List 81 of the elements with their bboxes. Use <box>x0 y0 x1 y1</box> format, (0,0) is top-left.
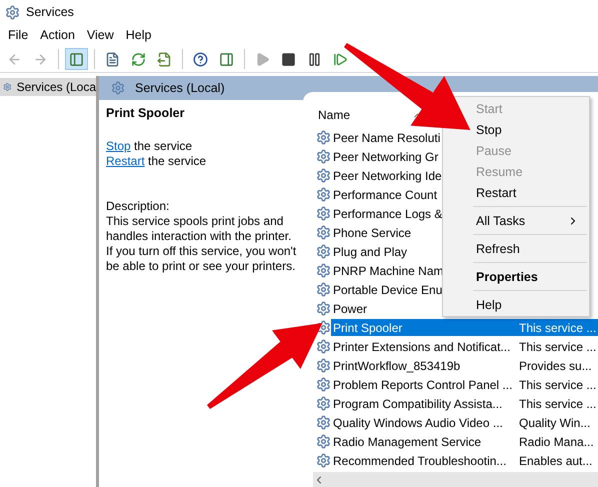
gear-icon <box>316 263 331 278</box>
description-text: This service spools print jobs and handles interaction with the printer. If you turn off this service, you won't be able to print or see your printers. <box>106 214 298 274</box>
service-action: Restart the service <box>106 154 208 169</box>
description-label: Description: <box>106 199 170 214</box>
gear-icon <box>316 225 331 240</box>
menu-item[interactable]: File <box>2 26 34 44</box>
service-name[interactable]: Peer Networking Gr <box>331 148 438 165</box>
service-name[interactable]: Quality Windows Audio Video ... <box>331 414 515 431</box>
document-icon <box>105 52 120 66</box>
refresh-icon <box>131 52 146 66</box>
gear-icon <box>3 80 12 94</box>
service-description: Provides su... <box>518 358 593 374</box>
service-description: Quality Win... <box>518 414 592 431</box>
gear-icon <box>316 396 331 411</box>
service-name[interactable]: Performance Logs & <box>331 205 442 222</box>
arrow-right-icon <box>33 52 48 66</box>
gear-icon <box>316 130 331 145</box>
service-name[interactable]: Peer Name Resoluti <box>331 129 440 146</box>
column-label: Name <box>318 108 350 122</box>
gear-icon <box>316 187 331 202</box>
gear-icon <box>316 149 331 164</box>
panel-icon <box>219 52 234 66</box>
tree-item-label: Services (Loca <box>16 80 96 94</box>
action-link[interactable]: Restart <box>106 154 145 168</box>
service-name[interactable]: Print Spooler <box>331 319 515 336</box>
service-name[interactable]: Program Compatibility Assista... <box>331 395 515 412</box>
service-description: This service ... <box>518 396 598 412</box>
context-menu-item[interactable]: All Tasks <box>476 210 589 231</box>
service-name[interactable]: Performance Count <box>331 186 438 203</box>
service-name[interactable]: Printer Extensions and Notificat... <box>331 338 515 355</box>
tree-item[interactable]: Services (Loca <box>0 78 96 96</box>
service-name[interactable]: PrintWorkflow_853419b <box>331 357 515 374</box>
pause-icon <box>307 52 322 66</box>
service-description: This service ... <box>518 338 598 355</box>
service-name[interactable]: Radio Management Service <box>331 433 515 450</box>
export-icon <box>157 52 172 66</box>
horizontal-scrollbar[interactable] <box>313 472 598 487</box>
gear-icon <box>316 377 331 392</box>
gear-icon <box>316 434 331 449</box>
gear-icon <box>316 339 331 354</box>
service-description: This service ... <box>518 376 598 393</box>
service-name[interactable]: Recommended Troubleshootin... <box>331 452 515 469</box>
action-link[interactable]: Stop <box>106 139 131 153</box>
play-icon <box>255 52 270 66</box>
window-title: Services <box>26 5 74 19</box>
service-name[interactable]: Plug and Play <box>331 243 408 260</box>
stop-icon <box>281 52 296 66</box>
gear-icon <box>5 4 20 20</box>
menu-item[interactable]: View <box>80 26 120 44</box>
gear-icon <box>316 168 331 183</box>
gear-icon <box>316 415 331 430</box>
gear-icon <box>316 358 331 373</box>
service-name[interactable]: PNRP Machine Nam <box>331 262 444 279</box>
gear-icon <box>316 301 331 316</box>
service-name[interactable]: Portable Device Enu <box>331 281 442 298</box>
service-name[interactable]: Problem Reports Control Panel ... <box>331 376 515 393</box>
service-name[interactable]: Peer Networking Ide <box>331 167 442 184</box>
gear-icon <box>316 282 331 297</box>
service-name[interactable]: Phone Service <box>331 224 412 241</box>
service-description: Radio Mana... <box>518 434 595 450</box>
context-menu-item[interactable]: Help <box>476 294 589 315</box>
help-icon <box>193 52 208 66</box>
service-action: Stop the service <box>106 139 194 154</box>
gear-icon <box>316 206 331 221</box>
context-menu-item[interactable]: Refresh <box>476 238 589 259</box>
gear-icon <box>316 320 331 335</box>
menu-item[interactable]: Help <box>120 26 158 44</box>
gear-icon <box>111 81 125 95</box>
service-description: This service ... <box>515 319 598 336</box>
gear-icon <box>316 453 331 468</box>
service-name[interactable]: Power <box>331 300 368 317</box>
gear-icon <box>316 244 331 259</box>
pane-title: Services (Local) <box>135 81 225 95</box>
service-description: Enables aut... <box>518 452 594 469</box>
context-menu-item[interactable]: Properties <box>476 266 589 287</box>
context-menu-item[interactable]: Stop <box>476 119 589 140</box>
context-menu-item[interactable]: Restart <box>476 182 589 203</box>
service-title: Print Spooler <box>106 106 186 120</box>
panel-icon <box>69 52 84 66</box>
resume-icon <box>333 52 348 66</box>
menu-item[interactable]: Action <box>34 26 81 44</box>
